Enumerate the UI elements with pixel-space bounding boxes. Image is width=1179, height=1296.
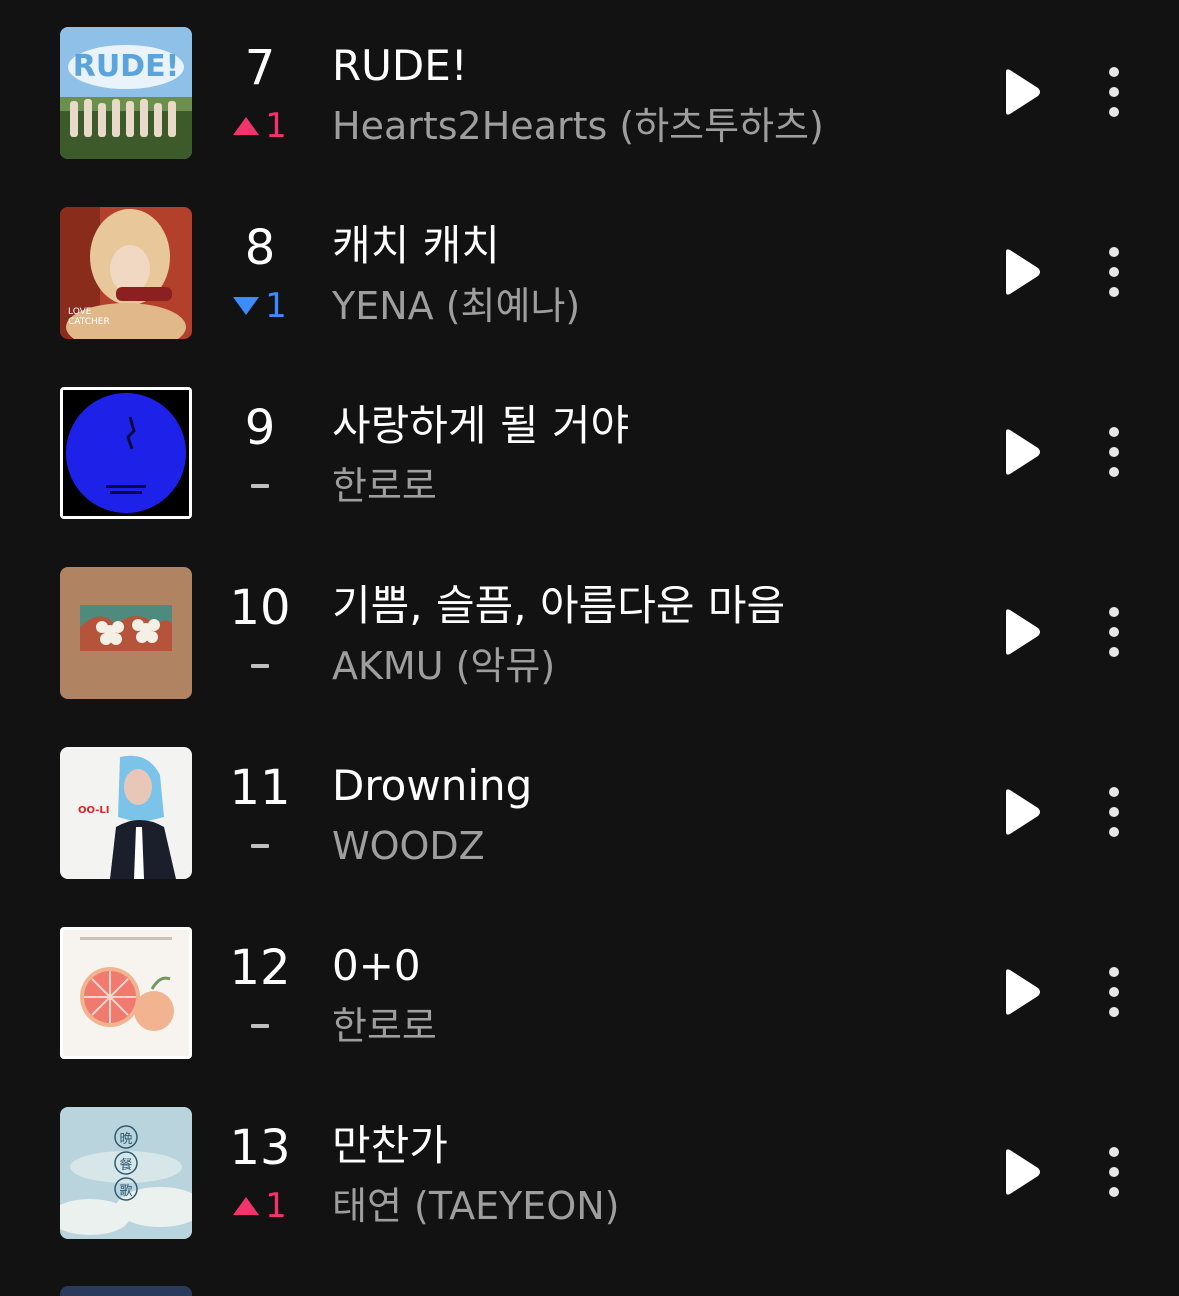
triangle-up-icon [233, 1197, 260, 1215]
album-art-text: LOVE CATCHER [68, 307, 110, 327]
rank-change [210, 1004, 310, 1048]
track-artist[interactable]: 태연 (TAEYEON) [332, 1180, 952, 1232]
next-album-art-peek [60, 1286, 192, 1296]
track-title[interactable]: 만찬가 [332, 1118, 952, 1174]
album-art-text: RUDE! [72, 49, 180, 84]
rank-number: 13 [229, 1120, 291, 1176]
play-button[interactable] [992, 962, 1052, 1022]
dash-icon [251, 1024, 269, 1028]
play-button[interactable] [992, 782, 1052, 842]
track-title[interactable]: 기쁨, 슬픔, 아름다운 마음 [332, 578, 952, 634]
album-art-grapefruit-image [60, 927, 192, 1059]
more-vertical-icon [1109, 247, 1119, 297]
album-art-flowers-image [60, 567, 192, 699]
play-button[interactable] [992, 242, 1052, 302]
track-row[interactable]: 晩 餐 歌 13 1 만찬가 태연 (TAEYEON) [0, 1080, 1179, 1260]
album-art[interactable]: RUDE! [60, 27, 192, 159]
more-options-button[interactable] [1094, 1142, 1134, 1202]
play-icon [1006, 69, 1040, 115]
more-options-button[interactable] [1094, 242, 1134, 302]
play-icon [1006, 429, 1040, 475]
album-art[interactable] [60, 927, 192, 1059]
track-artist[interactable]: AKMU (악뮤) [332, 640, 952, 692]
track-artist[interactable]: 한로로 [332, 1000, 952, 1052]
play-button[interactable] [992, 62, 1052, 122]
rank-number: 10 [229, 580, 291, 636]
rank-number: 11 [229, 760, 291, 816]
play-button[interactable] [992, 602, 1052, 662]
play-icon [1006, 249, 1040, 295]
dash-icon [251, 484, 269, 488]
triangle-down-icon [233, 297, 260, 315]
play-icon [1006, 789, 1040, 835]
dash-icon [251, 844, 269, 848]
track-title[interactable]: RUDE! [332, 38, 952, 94]
album-art-text: 晩 餐 歌 [119, 1132, 133, 1199]
track-artist[interactable]: Hearts2Hearts (하츠투하츠) [332, 100, 952, 152]
track-title[interactable]: 사랑하게 될 거야 [332, 398, 952, 454]
more-options-button[interactable] [1094, 602, 1134, 662]
more-options-button[interactable] [1094, 962, 1134, 1022]
track-row[interactable]: LOVE CATCHER 8 1 캐치 캐치 YENA (최예나) [0, 180, 1179, 360]
rank-number: 12 [229, 940, 291, 996]
play-button[interactable] [992, 1142, 1052, 1202]
dash-icon [251, 664, 269, 668]
album-art[interactable]: LOVE CATCHER [60, 207, 192, 339]
rank-change-value: 1 [265, 1186, 287, 1226]
play-icon [1006, 609, 1040, 655]
more-options-button[interactable] [1094, 62, 1134, 122]
rank-change-value: 1 [265, 106, 287, 146]
more-vertical-icon [1109, 787, 1119, 837]
track-row[interactable]: OO-LI 11 Drowning WOODZ [0, 720, 1179, 900]
track-row[interactable]: RUDE! 7 1 RUDE! Hearts2Hearts (하츠투하츠) [0, 0, 1179, 180]
track-artist[interactable]: 한로로 [332, 460, 952, 512]
rank-number: 8 [244, 220, 276, 276]
rank-change: 1 [210, 284, 310, 328]
rank-change-value: 1 [265, 286, 287, 326]
rank-change [210, 464, 310, 508]
track-row[interactable]: 10 기쁨, 슬픔, 아름다운 마음 AKMU (악뮤) [0, 540, 1179, 720]
album-art[interactable]: 晩 餐 歌 [60, 1107, 192, 1239]
more-vertical-icon [1109, 67, 1119, 117]
track-title[interactable]: Drowning [332, 758, 952, 814]
rank-number: 9 [244, 400, 276, 456]
track-row[interactable]: 9 사랑하게 될 거야 한로로 [0, 360, 1179, 540]
rank-change [210, 824, 310, 868]
more-vertical-icon [1109, 427, 1119, 477]
track-row[interactable]: 12 0+0 한로로 [0, 900, 1179, 1080]
more-vertical-icon [1109, 967, 1119, 1017]
more-options-button[interactable] [1094, 782, 1134, 842]
album-art-text: OO-LI [78, 805, 110, 816]
rank-change [210, 644, 310, 688]
rank-change: 1 [210, 104, 310, 148]
more-options-button[interactable] [1094, 422, 1134, 482]
rank-number: 7 [244, 40, 276, 96]
rank-change: 1 [210, 1184, 310, 1228]
album-art[interactable] [60, 387, 192, 519]
album-art[interactable]: OO-LI [60, 747, 192, 879]
triangle-up-icon [233, 117, 260, 135]
track-title[interactable]: 캐치 캐치 [332, 218, 952, 274]
play-icon [1006, 1149, 1040, 1195]
play-icon [1006, 969, 1040, 1015]
more-vertical-icon [1109, 607, 1119, 657]
track-artist[interactable]: YENA (최예나) [332, 280, 952, 332]
track-artist[interactable]: WOODZ [332, 820, 952, 872]
album-art-blue-circle-image [60, 387, 192, 519]
play-button[interactable] [992, 422, 1052, 482]
album-art-rude-image [60, 27, 192, 159]
track-title[interactable]: 0+0 [332, 938, 952, 994]
more-vertical-icon [1109, 1147, 1119, 1197]
album-art[interactable] [60, 567, 192, 699]
